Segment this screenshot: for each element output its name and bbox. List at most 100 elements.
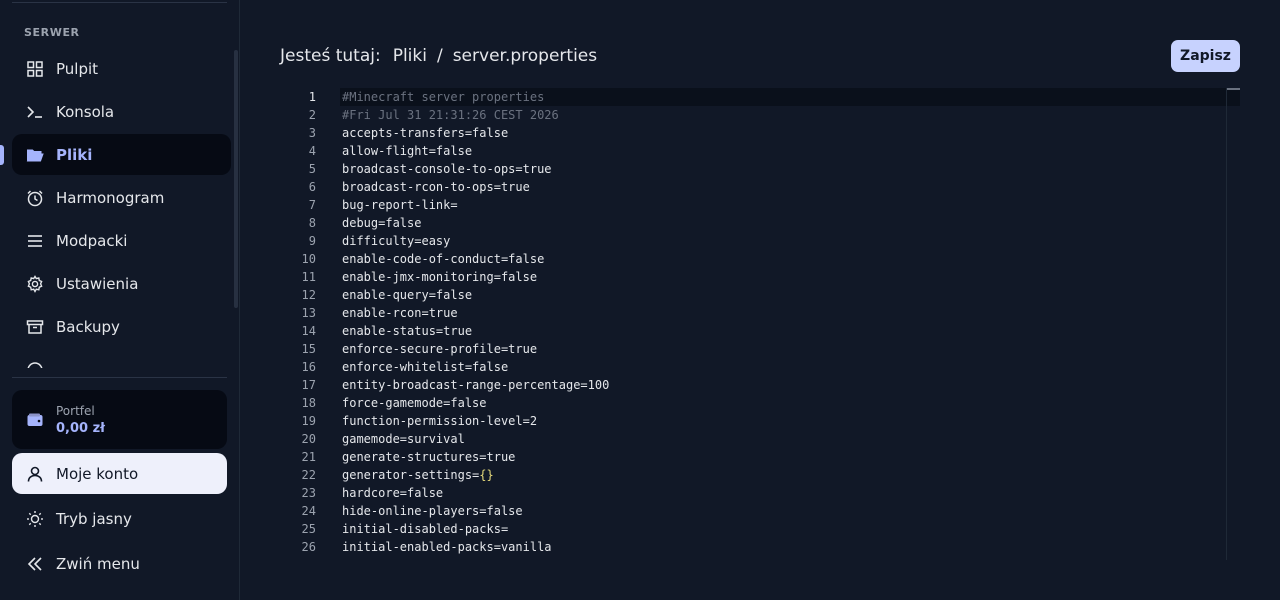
code-line-text: hide-online-players=false [342,504,523,518]
alarm-clock-icon [26,189,44,207]
code-line[interactable]: 15 enforce-secure-profile=true [280,340,1240,358]
sidebar-item-harmonogram[interactable]: Harmonogram [12,177,231,218]
editor-scrollbar[interactable] [1226,88,1227,560]
line-number: 21 [301,450,316,464]
wallet-label: Portfel [56,403,95,418]
sidebar-divider [12,2,227,3]
sidebar-item-backupy[interactable]: Backupy [12,306,231,347]
code-line[interactable]: 24 hide-online-players=false [280,502,1240,520]
line-number: 22 [301,468,316,482]
user-icon [26,465,44,483]
code-line-text: difficulty=easy [342,234,451,248]
sidebar-item-label: Pliki [56,145,93,164]
code-line-text: enable-jmx-monitoring=false [342,270,538,284]
line-number: 4 [308,144,316,158]
line-number: 3 [308,126,316,140]
code-line[interactable]: 20 gamemode=survival [280,430,1240,448]
collapse-menu-label: Zwiń menu [56,554,140,573]
code-line-text: #Minecraft server properties [342,90,545,104]
line-number: 7 [308,198,316,212]
theme-toggle[interactable]: Tryb jasny [12,498,227,539]
sidebar-item-partial[interactable] [12,349,231,368]
code-line[interactable]: 9 difficulty=easy [280,232,1240,250]
sidebar-item-label: Harmonogram [56,188,165,207]
sidebar-item-pliki[interactable]: Pliki [12,134,231,175]
line-number: 19 [301,414,316,428]
code-line-text: debug=false [342,216,422,230]
code-line[interactable]: 21 generate-structures=true [280,448,1240,466]
sidebar-item-label: Backupy [56,317,120,336]
breadcrumb: Jesteś tutaj: Pliki / server.properties [280,46,597,66]
sun-icon [26,510,44,528]
gear-icon [26,274,44,293]
breadcrumb-current-file: server.properties [452,46,598,66]
breadcrumb-prefix: Jesteś tutaj: [280,46,381,66]
code-line[interactable]: 19 function-permission-level=2 [280,412,1240,430]
sidebar-nav: Pulpit Konsola Pliki Harmonogram Modpack… [12,48,231,368]
code-line[interactable]: 14 enable-status=true [280,322,1240,340]
sidebar-item-modpacki[interactable]: Modpacki [12,220,231,261]
sidebar-item-ustawienia[interactable]: Ustawienia [12,263,231,304]
code-line[interactable]: 16 enforce-whitelist=false [280,358,1240,376]
sidebar: SERWER Pulpit Konsola Pliki Harmonogram [0,0,240,600]
code-line[interactable]: 2 #Fri Jul 31 21:31:26 CEST 2026 [280,106,1240,124]
folder-open-icon [26,146,44,164]
code-line[interactable]: 8 debug=false [280,214,1240,232]
collapse-menu-button[interactable]: Zwiń menu [12,543,227,584]
double-chevron-left-icon [26,555,44,573]
line-number: 25 [301,522,316,536]
code-line-text: enable-rcon=true [342,306,458,320]
code-line[interactable]: 12 enable-query=false [280,286,1240,304]
sidebar-scrollbar[interactable] [234,50,238,308]
code-line-text: enable-query=false [342,288,473,302]
account-button[interactable]: Moje konto [12,453,227,494]
code-line[interactable]: 1 #Minecraft server properties [280,88,1240,106]
code-line[interactable]: 10 enable-code-of-conduct=false [280,250,1240,268]
sidebar-item-label: Ustawienia [56,274,139,293]
line-number: 26 [301,540,316,554]
code-line[interactable]: 11 enable-jmx-monitoring=false [280,268,1240,286]
line-number: 2 [308,108,316,122]
code-line[interactable]: 3 accepts-transfers=false [280,124,1240,142]
line-number: 15 [301,342,316,356]
code-line[interactable]: 25 initial-disabled-packs= [280,520,1240,538]
line-number: 11 [301,270,316,284]
code-line[interactable]: 5 broadcast-console-to-ops=true [280,160,1240,178]
code-line[interactable]: 17 entity-broadcast-range-percentage=100 [280,376,1240,394]
code-line-text: generator-settings={} [342,468,494,482]
code-line-text: gamemode=survival [342,432,465,446]
sidebar-section-title: SERWER [24,26,80,39]
code-line[interactable]: 26 initial-enabled-packs=vanilla [280,538,1240,556]
code-line[interactable]: 13 enable-rcon=true [280,304,1240,322]
wallet-card[interactable]: Portfel 0,00 zł [12,390,227,449]
archive-icon [26,318,44,336]
code-line-text: enable-status=true [342,324,473,338]
code-line-text: enforce-whitelist=false [342,360,509,374]
save-button[interactable]: Zapisz [1171,40,1240,72]
line-number: 6 [308,180,316,194]
code-line-text: enable-code-of-conduct=false [342,252,545,266]
code-line[interactable]: 6 broadcast-rcon-to-ops=true [280,178,1240,196]
sidebar-item-konsola[interactable]: Konsola [12,91,231,132]
account-label: Moje konto [56,464,139,483]
line-number: 14 [301,324,316,338]
list-icon [26,232,44,250]
code-line-text: function-permission-level=2 [342,414,538,428]
code-line[interactable]: 23 hardcore=false [280,484,1240,502]
editor-scrollbar-thumb[interactable] [1227,88,1240,90]
breadcrumb-separator: / [436,46,443,66]
line-number: 24 [301,504,316,518]
code-editor[interactable]: 1 #Minecraft server properties 2 #Fri Jul 3… [280,88,1240,560]
line-number: 13 [301,306,316,320]
code-line-text: entity-broadcast-range-percentage=100 [342,378,610,392]
code-line[interactable]: 7 bug-report-link= [280,196,1240,214]
sidebar-item-pulpit[interactable]: Pulpit [12,48,231,89]
active-indicator [0,145,4,165]
brace-token: {} [479,468,494,482]
code-line[interactable]: 22 generator-settings={} [280,466,1240,484]
breadcrumb-link-pliki[interactable]: Pliki [393,46,427,66]
code-line[interactable]: 18 force-gamemode=false [280,394,1240,412]
code-line[interactable]: 4 allow-flight=false [280,142,1240,160]
code-line-text: initial-enabled-packs=vanilla [342,540,552,554]
line-number: 5 [308,162,316,176]
